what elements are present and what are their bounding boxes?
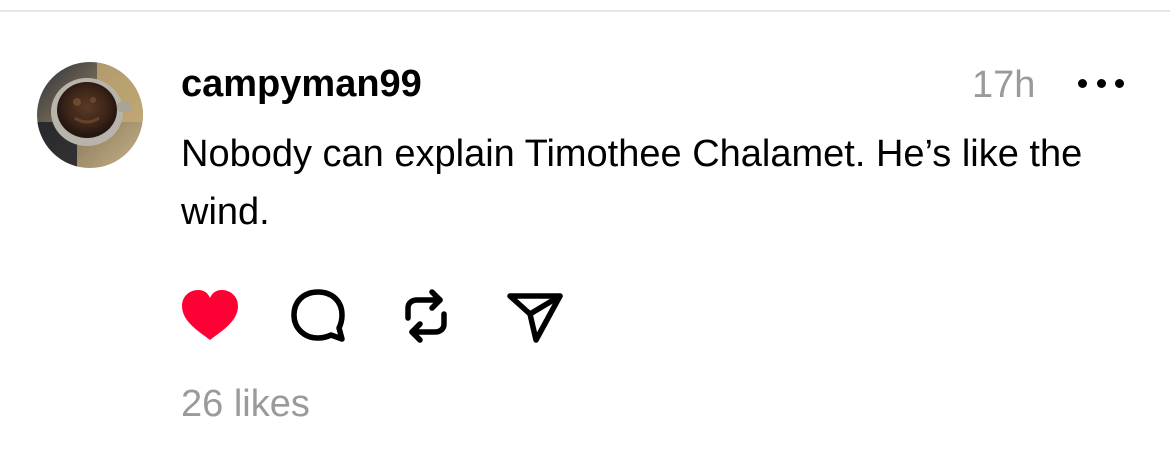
repost-icon [405, 289, 447, 343]
post-text: Nobody can explain Timothee Chalamet. He… [181, 133, 1083, 233]
comment-button[interactable] [286, 284, 350, 348]
top-divider [0, 10, 1170, 12]
user-avatar[interactable] [37, 62, 143, 168]
like-button[interactable] [178, 284, 242, 348]
likes-count[interactable]: 26 likes [181, 380, 310, 428]
more-options-icon[interactable] [1078, 70, 1124, 96]
send-icon [507, 293, 563, 343]
heart-filled-icon [182, 290, 238, 340]
avatar-image [37, 62, 143, 168]
more-dot [1096, 78, 1106, 88]
post-timestamp: 17h [972, 64, 1036, 106]
post-username[interactable]: campyman99 [181, 60, 422, 108]
more-dot [1078, 78, 1087, 88]
comment-bubble-icon [291, 289, 345, 342]
repost-button[interactable] [394, 284, 458, 348]
share-button[interactable] [502, 284, 566, 348]
more-dot [1115, 78, 1124, 88]
